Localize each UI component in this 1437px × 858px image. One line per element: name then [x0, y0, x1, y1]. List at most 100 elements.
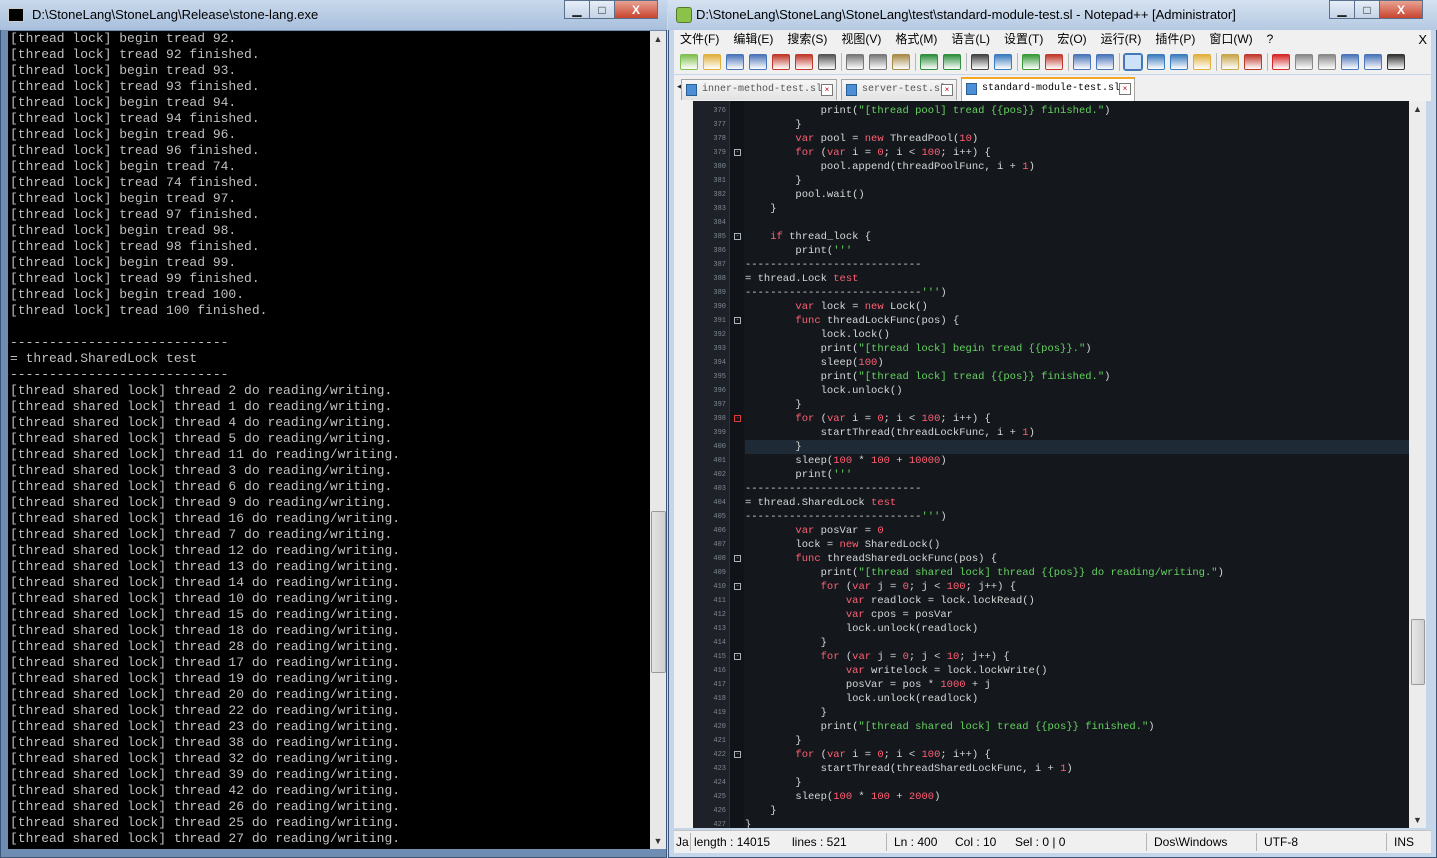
sync-h-icon[interactable]: [1096, 53, 1114, 70]
menu-item[interactable]: 文件(F): [674, 30, 727, 49]
menu-item[interactable]: 视图(V): [835, 30, 889, 49]
menu-item[interactable]: ?: [1261, 30, 1282, 49]
code-line[interactable]: 408 - func threadSharedLockFunc(pos) {: [713, 552, 1409, 566]
menu-item[interactable]: 设置(T): [998, 30, 1051, 49]
code-line[interactable]: 395 print("[thread lock] tread {{pos}} f…: [713, 370, 1409, 384]
code-line[interactable]: 396 lock.unlock(): [713, 384, 1409, 398]
code-line[interactable]: 392 lock.lock(): [713, 328, 1409, 342]
run-macro-multiple-icon[interactable]: [1341, 53, 1359, 70]
close-document-button[interactable]: X: [1418, 30, 1427, 49]
tab-close-icon[interactable]: ×: [821, 84, 833, 96]
code-line[interactable]: 378 var pool = new ThreadPool(10): [713, 132, 1409, 146]
code-line[interactable]: 389 ----------------------------'''): [713, 286, 1409, 300]
editor-scrollbar[interactable]: ▲ ▼: [1409, 101, 1426, 828]
open-file-icon[interactable]: [703, 53, 721, 70]
cut-icon[interactable]: [846, 53, 864, 70]
find-icon[interactable]: [971, 53, 989, 70]
code-line[interactable]: 417 posVar = pos * 1000 + j: [713, 678, 1409, 692]
code-line[interactable]: 420 print("[thread shared lock] tread {{…: [713, 720, 1409, 734]
code-line[interactable]: 388 = thread.Lock test: [713, 272, 1409, 286]
fold-margin[interactable]: [730, 101, 744, 828]
code-line[interactable]: 405 ----------------------------'''): [713, 510, 1409, 524]
menu-item[interactable]: 宏(O): [1051, 30, 1094, 49]
code-line[interactable]: 413 lock.unlock(readlock): [713, 622, 1409, 636]
code-line[interactable]: 393 print("[thread lock] begin tread {{p…: [713, 342, 1409, 356]
console-scrollbar[interactable]: ▲ ▼: [650, 31, 666, 849]
code-line[interactable]: 399 startThread(threadLockFunc, i + 1): [713, 426, 1409, 440]
code-line[interactable]: 425 sleep(100 * 100 + 2000): [713, 790, 1409, 804]
code-line[interactable]: 379 - for (var i = 0; i < 100; i++) {: [713, 146, 1409, 160]
tab-inner-method-test-sl[interactable]: inner-method-test.sl ×: [681, 79, 837, 100]
code-line[interactable]: 398 - for (var i = 0; i < 100; i++) {: [713, 412, 1409, 426]
code-line[interactable]: 400 }: [713, 440, 1409, 454]
folder-workspace-icon[interactable]: [1244, 53, 1262, 70]
fold-toggle-icon[interactable]: -: [734, 317, 741, 324]
code-line[interactable]: 409 print("[thread shared lock] thread {…: [713, 566, 1409, 580]
fold-toggle-icon[interactable]: -: [734, 653, 741, 660]
npp-titlebar[interactable]: D:\StoneLang\StoneLang\StoneLang\test\st…: [668, 0, 1437, 30]
code-line[interactable]: 422 - for (var i = 0; i < 100; i++) {: [713, 748, 1409, 762]
fold-toggle-icon[interactable]: -: [734, 555, 741, 562]
fold-toggle-icon[interactable]: -: [734, 149, 741, 156]
code-line[interactable]: 384: [713, 216, 1409, 230]
replace-icon[interactable]: [994, 53, 1012, 70]
save-all-icon[interactable]: [749, 53, 767, 70]
code-line[interactable]: 421 }: [713, 734, 1409, 748]
code-editor[interactable]: 376 print("[thread pool] tread {{pos}} f…: [693, 101, 1409, 828]
zoom-out-icon[interactable]: [1045, 53, 1063, 70]
console-scroll-thumb[interactable]: [651, 511, 666, 673]
menu-item[interactable]: 运行(R): [1095, 30, 1150, 49]
console-maximize-button[interactable]: □: [589, 0, 615, 19]
menu-item[interactable]: 格式(M): [889, 30, 945, 49]
code-line[interactable]: 419 }: [713, 706, 1409, 720]
copy-icon[interactable]: [869, 53, 887, 70]
tab-server-test-sl[interactable]: server-test.sl ×: [841, 79, 957, 100]
fold-toggle-icon[interactable]: -: [734, 583, 741, 590]
code-area[interactable]: 376 print("[thread pool] tread {{pos}} f…: [713, 104, 1409, 828]
code-line[interactable]: 407 lock = new SharedLock(): [713, 538, 1409, 552]
menu-item[interactable]: 窗口(W): [1203, 30, 1260, 49]
code-line[interactable]: 401 sleep(100 * 100 + 10000): [713, 454, 1409, 468]
close-all-icon[interactable]: [795, 53, 813, 70]
code-line[interactable]: 385 - if thread_lock {: [713, 230, 1409, 244]
code-line[interactable]: 411 var readlock = lock.lockRead(): [713, 594, 1409, 608]
code-line[interactable]: 402 print(''': [713, 468, 1409, 482]
console-minimize-button[interactable]: ▁: [564, 0, 590, 19]
fold-toggle-icon[interactable]: -: [734, 233, 741, 240]
code-line[interactable]: 424 }: [713, 776, 1409, 790]
fold-toggle-icon[interactable]: -: [734, 751, 741, 758]
editor-scroll-thumb[interactable]: [1411, 619, 1425, 685]
spell-check-icon[interactable]: [1387, 53, 1405, 70]
code-line[interactable]: 376 print("[thread pool] tread {{pos}} f…: [713, 104, 1409, 118]
indent-guide-icon[interactable]: [1170, 53, 1188, 70]
code-line[interactable]: 380 pool.append(threadPoolFunc, i + 1): [713, 160, 1409, 174]
undo-icon[interactable]: [920, 53, 938, 70]
function-list-icon[interactable]: [1221, 53, 1239, 70]
menu-item[interactable]: 搜索(S): [781, 30, 835, 49]
npp-minimize-button[interactable]: ▁: [1329, 0, 1355, 19]
show-all-chars-icon[interactable]: [1147, 53, 1165, 70]
console-output[interactable]: [thread lock] begin tread 92. [thread loc…: [8, 31, 650, 849]
code-line[interactable]: 390 var lock = new Lock(): [713, 300, 1409, 314]
code-line[interactable]: 406 var posVar = 0: [713, 524, 1409, 538]
code-line[interactable]: 414 }: [713, 636, 1409, 650]
menu-item[interactable]: 语言(L): [945, 30, 998, 49]
scroll-down-arrow-icon[interactable]: ▼: [650, 833, 666, 849]
word-wrap-icon[interactable]: [1123, 52, 1143, 71]
new-file-icon[interactable]: [680, 53, 698, 70]
scroll-down-arrow-icon[interactable]: ▼: [1409, 812, 1426, 828]
code-line[interactable]: 416 var writelock = lock.lockWrite(): [713, 664, 1409, 678]
tab-close-icon[interactable]: ×: [941, 84, 953, 96]
save-macro-icon[interactable]: [1364, 53, 1382, 70]
save-icon[interactable]: [726, 53, 744, 70]
code-line[interactable]: 377 }: [713, 118, 1409, 132]
console-close-button[interactable]: X: [614, 0, 658, 19]
console-titlebar[interactable]: D:\StoneLang\StoneLang\Release\stone-lan…: [0, 0, 667, 30]
code-line[interactable]: 381 }: [713, 174, 1409, 188]
code-line[interactable]: 404 = thread.SharedLock test: [713, 496, 1409, 510]
code-line[interactable]: 386 print(''': [713, 244, 1409, 258]
code-line[interactable]: 423 startThread(threadSharedLockFunc, i …: [713, 762, 1409, 776]
code-line[interactable]: 412 var cpos = posVar: [713, 608, 1409, 622]
code-line[interactable]: 418 lock.unlock(readlock): [713, 692, 1409, 706]
zoom-in-icon[interactable]: [1022, 53, 1040, 70]
